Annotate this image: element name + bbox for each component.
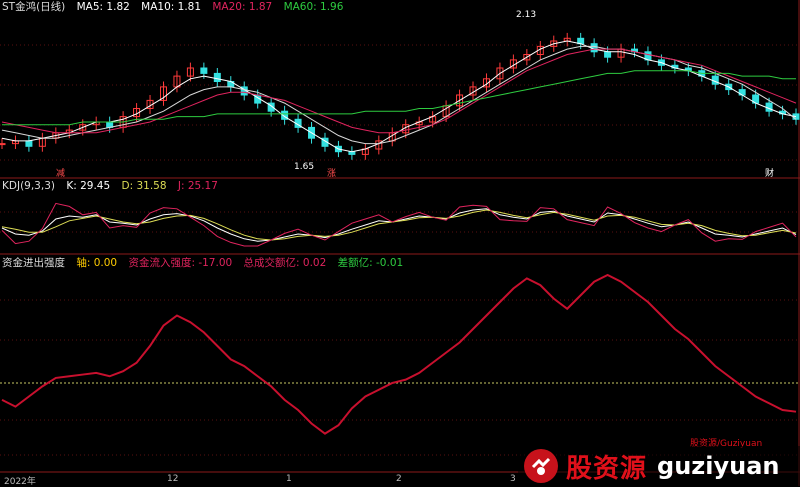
flow-volume-value: 总成交额亿: 0.02	[243, 257, 327, 269]
ma10-value: MA10: 1.81	[141, 1, 202, 13]
flow-strength-line	[1, 273, 797, 435]
price-panel-title: ST金鸿(日线)	[2, 1, 66, 13]
x-label-1: 1	[286, 474, 292, 484]
kdj-k-value: K: 29.45	[66, 180, 111, 192]
candle-body	[200, 67, 208, 74]
event-marker-2[interactable]: 涨	[327, 166, 336, 179]
watermark-cn: 股资源	[566, 453, 648, 484]
event-marker-3[interactable]: 财	[765, 166, 774, 179]
flow-panel-header: 资金进出强度 轴: 0.00 资金流入强度: -17.00 总成交额亿: 0.0…	[2, 256, 411, 270]
kdj-line-d	[1, 209, 797, 241]
flow-diff-value: 差额亿: -0.01	[337, 257, 404, 269]
ma-line-ma5	[1, 40, 797, 153]
kdj-layer	[1, 202, 797, 247]
kdj-j-value: J: 25.17	[177, 180, 218, 192]
x-label-2022: 2022年	[4, 477, 36, 487]
watermark: 股资源 guziyuan	[518, 446, 800, 486]
watermark-logo-icon	[524, 449, 558, 483]
flow-strength-value: 资金流入强度: -17.00	[128, 257, 233, 269]
event-marker-1[interactable]: 减	[56, 166, 65, 179]
grid	[0, 0, 800, 486]
candle-body	[25, 140, 33, 147]
flow-layer	[1, 273, 797, 435]
x-label-3: 3	[510, 474, 516, 484]
kdj-line-j	[1, 202, 797, 247]
candle-body	[213, 72, 221, 83]
x-label-2: 2	[396, 474, 402, 484]
kdj-d-value: D: 31.58	[121, 180, 167, 192]
watermark-en: guziyuan	[657, 452, 780, 480]
flow-axis-value: 轴: 0.00	[76, 257, 118, 269]
ma20-value: MA20: 1.87	[212, 1, 273, 13]
price-panel-header: ST金鸿(日线) MA5: 1.82 MA10: 1.81 MA20: 1.87…	[2, 0, 351, 14]
ma-line-ma20	[1, 48, 797, 134]
x-label-12: 12	[167, 474, 179, 484]
chart-canvas	[0, 0, 800, 486]
kdj-title: KDJ(9,3,3)	[2, 180, 55, 192]
ma5-value: MA5: 1.82	[76, 1, 130, 13]
high-price-label: 2.13	[516, 10, 537, 20]
low-price-label: 1.65	[294, 162, 315, 172]
candle-body	[604, 51, 612, 58]
kdj-panel-header: KDJ(9,3,3) K: 29.45 D: 31.58 J: 25.17	[2, 179, 226, 193]
price-layer	[0, 32, 800, 160]
ma-line-ma10	[1, 45, 797, 145]
candle-body	[0, 143, 6, 146]
flow-title: 资金进出强度	[2, 257, 65, 269]
ma60-value: MA60: 1.96	[283, 1, 344, 13]
